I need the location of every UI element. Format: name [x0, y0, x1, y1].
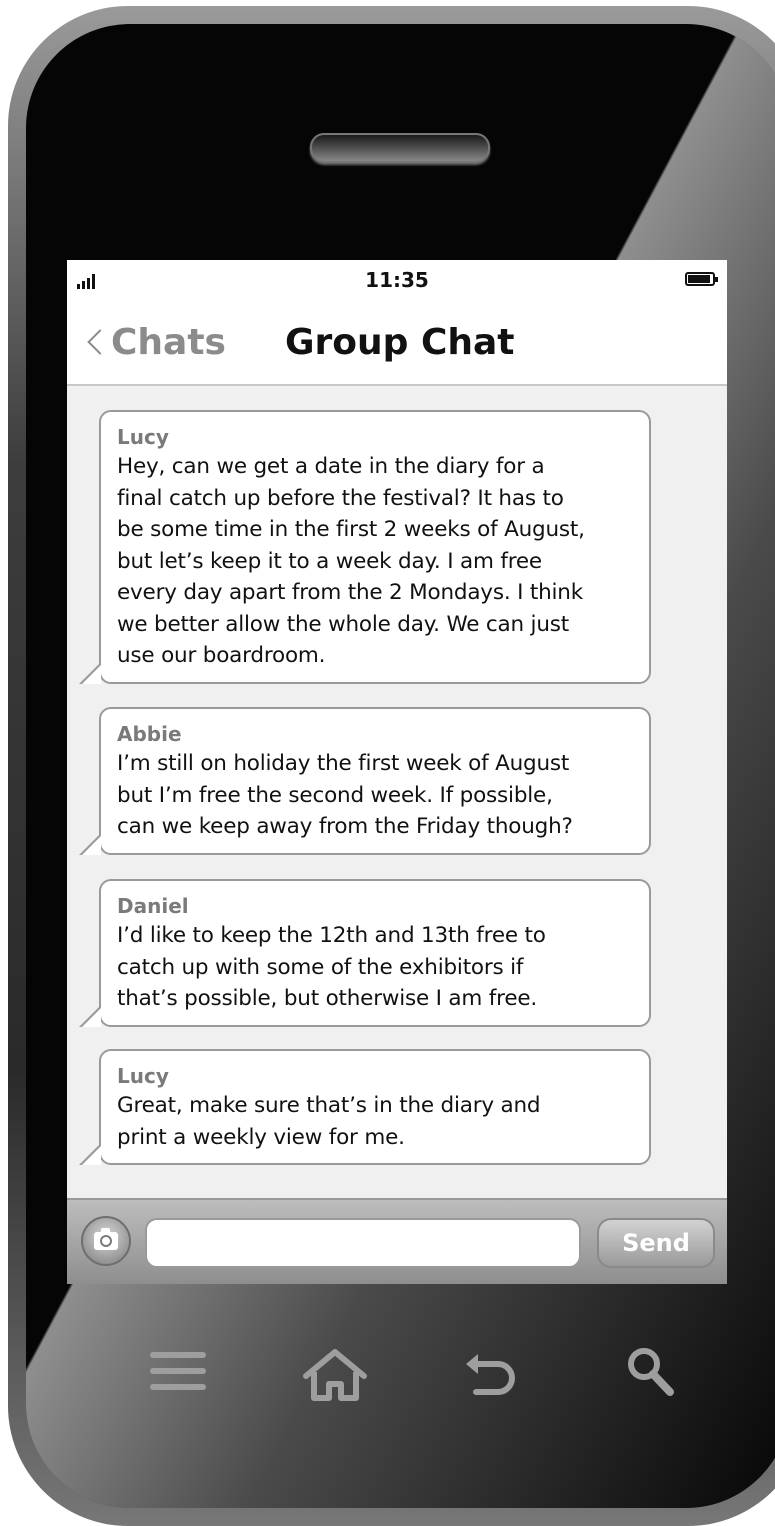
message-line: print a weekly view for me. [117, 1124, 405, 1150]
message-bubble: Lucy Great, make sure that’s in the diar… [79, 1049, 651, 1165]
message-line: catch up with some of the exhibitors if [117, 954, 524, 980]
message-line: be some time in the first 2 weeks of Aug… [117, 517, 585, 542]
chevron-left-icon [87, 329, 113, 355]
message-line: Hey, can we get a date in the diary for … [117, 454, 545, 479]
message-line: but I’m free the second week. If possibl… [117, 782, 553, 808]
message-line: Great, make sure that’s in the diary and [117, 1093, 541, 1118]
back-to-chats-button[interactable]: Chats [85, 321, 226, 363]
earpiece-speaker [310, 133, 490, 163]
phone-screen: 11:35 Chats Group Chat Lucy Hey, can we … [67, 260, 727, 1284]
message-line: but let’s keep it to a week day. I am fr… [117, 548, 542, 574]
message-bubble: Abbie I’m still on holiday the first wee… [79, 707, 651, 855]
status-bar: 11:35 [67, 260, 727, 296]
bubble-tail [79, 1143, 101, 1165]
search-icon[interactable] [624, 1346, 680, 1402]
bubble-tail [79, 832, 101, 855]
navigation-bar: Chats Group Chat [67, 296, 727, 386]
message-sender: Abbie [117, 722, 182, 746]
battery-icon [685, 272, 718, 286]
page-title: Group Chat [285, 322, 515, 363]
bubble-tail [79, 1004, 101, 1027]
menu-icon[interactable] [150, 1346, 206, 1402]
message-line: use our boardroom. [117, 643, 326, 668]
compose-bar: Send [67, 1198, 727, 1284]
bubble-tail [79, 661, 101, 684]
message-line: we better allow the whole day. We can ju… [117, 611, 569, 637]
message-text: Great, make sure that’s in the diary and… [117, 1090, 635, 1153]
message-text: Hey, can we get a date in the diary for … [117, 451, 635, 672]
message-line: can we keep away from the Friday though? [117, 814, 573, 839]
status-time: 11:35 [365, 268, 429, 292]
message-sender: Lucy [117, 1064, 169, 1088]
message-list: Lucy Hey, can we get a date in the diary… [67, 386, 727, 1198]
camera-button[interactable] [81, 1216, 131, 1266]
message-sender: Daniel [117, 894, 189, 918]
back-label: Chats [111, 321, 226, 363]
device-nav-bar [0, 1346, 775, 1406]
message-text: I’d like to keep the 12th and 13th free … [117, 920, 635, 1015]
message-line: final catch up before the festival? It h… [117, 485, 564, 511]
message-line: that’s possible, but otherwise I am free… [117, 986, 538, 1011]
send-button[interactable]: Send [597, 1218, 715, 1268]
message-line: every day apart from the 2 Mondays. I th… [117, 580, 583, 605]
camera-icon [94, 1228, 118, 1250]
message-input[interactable] [145, 1218, 581, 1268]
message-text: I’m still on holiday the first week of A… [117, 748, 635, 843]
message-bubble: Lucy Hey, can we get a date in the diary… [79, 410, 651, 684]
home-icon[interactable] [300, 1346, 370, 1402]
message-line: I’m still on holiday the first week of A… [117, 751, 570, 776]
message-sender: Lucy [117, 425, 169, 449]
message-line: I’d like to keep the 12th and 13th free … [117, 923, 546, 948]
back-arrow-icon[interactable] [462, 1346, 522, 1402]
message-bubble: Daniel I’d like to keep the 12th and 13t… [79, 879, 651, 1027]
